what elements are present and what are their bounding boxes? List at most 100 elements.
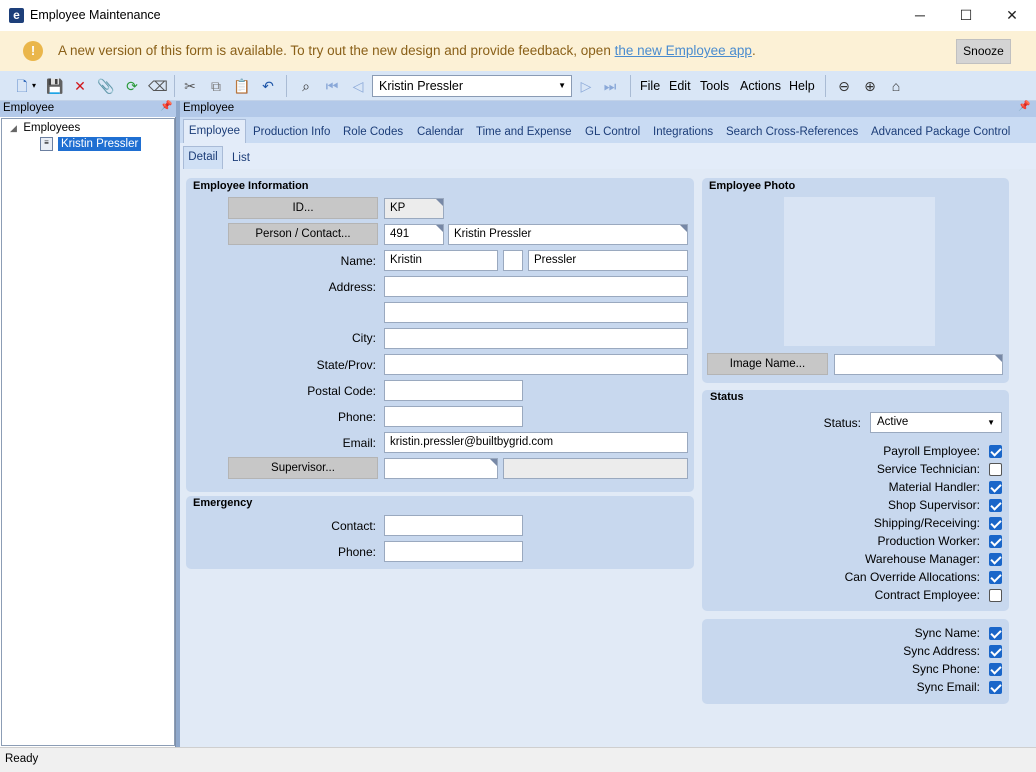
emergency-phone-field[interactable] <box>384 541 523 562</box>
shop-supervisor-checkbox[interactable] <box>989 499 1002 512</box>
menu-actions[interactable]: Actions <box>740 79 781 93</box>
image-name-field[interactable] <box>834 354 1003 375</box>
contract-employee-checkbox[interactable] <box>989 589 1002 602</box>
sync-address-checkbox[interactable] <box>989 645 1002 658</box>
supervisor-button[interactable]: Supervisor... <box>228 457 378 479</box>
tree-expand-icon[interactable]: ◢ <box>10 123 17 133</box>
sync-name-label: Sync Name: <box>914 626 980 640</box>
window-title: Employee Maintenance <box>30 8 161 22</box>
tab-gl-control[interactable]: GL Control <box>585 126 640 138</box>
production-worker-checkbox[interactable] <box>989 535 1002 548</box>
tree-root[interactable]: ◢ Employees <box>10 122 80 134</box>
new-employee-app-link[interactable]: the new Employee app <box>615 43 752 58</box>
shipping-receiving-label: Shipping/Receiving: <box>873 516 980 530</box>
banner-suffix: . <box>751 43 756 58</box>
id-button[interactable]: ID... <box>228 197 378 219</box>
material-handler-checkbox[interactable] <box>989 481 1002 494</box>
new-dropdown-icon[interactable]: ▾ <box>29 76 39 96</box>
emergency-contact-label: Contact: <box>331 519 376 533</box>
contract-employee-label: Contract Employee: <box>874 588 980 602</box>
employee-photo[interactable] <box>784 197 935 346</box>
toolbar-separator <box>825 75 826 97</box>
image-name-button[interactable]: Image Name... <box>707 353 828 375</box>
subtab-detail[interactable]: Detail <box>183 146 223 169</box>
copy-icon[interactable]: ⧉ <box>206 76 226 96</box>
status-bar-text: Ready <box>5 753 39 765</box>
state-field[interactable] <box>384 354 688 375</box>
tab-calendar[interactable]: Calendar <box>417 126 464 138</box>
email-field[interactable]: kristin.pressler@builtbygrid.com <box>384 432 688 453</box>
refresh-icon[interactable]: ⟳ <box>122 76 142 96</box>
employee-select[interactable]: Kristin Pressler ▼ <box>372 75 572 97</box>
tab-advanced-package-control[interactable]: Advanced Package Control <box>871 126 1010 138</box>
tab-integrations[interactable]: Integrations <box>653 126 713 138</box>
address-line2-field[interactable] <box>384 302 688 323</box>
menu-file[interactable]: File <box>640 79 660 93</box>
middle-name-field[interactable] <box>503 250 523 271</box>
snooze-button[interactable]: Snooze <box>956 39 1011 64</box>
menu-edit[interactable]: Edit <box>669 79 691 93</box>
last-name-field[interactable]: Pressler <box>528 250 688 271</box>
pin-icon[interactable]: 📌 <box>1018 101 1030 112</box>
paste-icon[interactable]: 📋 <box>232 76 252 96</box>
warehouse-manager-checkbox[interactable] <box>989 553 1002 566</box>
clear-icon[interactable]: ⌫ <box>148 76 168 96</box>
supervisor-name-field <box>503 458 688 479</box>
back-icon[interactable]: ⊖ <box>834 76 854 96</box>
first-record-icon[interactable]: ⏮ <box>322 76 342 96</box>
last-record-icon[interactable]: ⏭ <box>600 76 620 96</box>
shipping-receiving-checkbox[interactable] <box>989 517 1002 530</box>
address-line1-field[interactable] <box>384 276 688 297</box>
banner-message: A new version of this form is available.… <box>58 43 756 58</box>
minimize-button[interactable]: ─ <box>897 0 943 31</box>
city-field[interactable] <box>384 328 688 349</box>
status-title: Status <box>710 391 744 403</box>
menu-help[interactable]: Help <box>789 79 815 93</box>
postal-code-field[interactable] <box>384 380 523 401</box>
status-select[interactable]: Active ▼ <box>870 412 1002 433</box>
id-field[interactable]: KP <box>384 198 444 219</box>
tab-employee[interactable]: Employee <box>183 119 246 143</box>
home-icon[interactable]: ⌂ <box>886 76 906 96</box>
save-icon[interactable]: 💾 <box>45 76 65 96</box>
tree-item-kristin-pressler[interactable]: Kristin Pressler <box>58 137 142 151</box>
tab-time-and-expense[interactable]: Time and Expense <box>476 126 571 138</box>
forward-icon[interactable]: ⊕ <box>860 76 880 96</box>
employee-tree <box>1 118 175 746</box>
person-name-field[interactable]: Kristin Pressler <box>448 224 688 245</box>
tree-root-label: Employees <box>23 122 81 134</box>
toolbar-separator <box>286 75 287 97</box>
subtab-list[interactable]: List <box>232 152 250 164</box>
sync-email-checkbox[interactable] <box>989 681 1002 694</box>
can-override-allocations-checkbox[interactable] <box>989 571 1002 584</box>
payroll-employee-label: Payroll Employee: <box>883 444 980 458</box>
maximize-button[interactable]: ☐ <box>943 0 989 31</box>
person-contact-button[interactable]: Person / Contact... <box>228 223 378 245</box>
sync-phone-checkbox[interactable] <box>989 663 1002 676</box>
person-id-field[interactable]: 491 <box>384 224 444 245</box>
employee-photo-title: Employee Photo <box>709 180 796 192</box>
cut-icon[interactable]: ✂ <box>180 76 200 96</box>
attach-icon[interactable]: 📎 <box>96 76 116 96</box>
phone-field[interactable] <box>384 406 523 427</box>
close-button[interactable]: ✕ <box>989 0 1035 31</box>
emergency-contact-field[interactable] <box>384 515 523 536</box>
pin-icon[interactable]: 📌 <box>160 101 172 112</box>
first-name-field[interactable]: Kristin <box>384 250 498 271</box>
undo-icon[interactable]: ↶ <box>258 76 278 96</box>
next-record-icon[interactable]: ▷ <box>576 76 596 96</box>
chevron-down-icon: ▼ <box>558 81 566 90</box>
chevron-down-icon: ▼ <box>987 418 995 427</box>
tab-search-cross-references[interactable]: Search Cross-References <box>726 126 858 138</box>
postal-code-label: Postal Code: <box>307 384 376 398</box>
supervisor-id-field[interactable] <box>384 458 498 479</box>
tab-role-codes[interactable]: Role Codes <box>343 126 403 138</box>
service-technician-checkbox[interactable] <box>989 463 1002 476</box>
sync-name-checkbox[interactable] <box>989 627 1002 640</box>
tab-production-info[interactable]: Production Info <box>253 126 330 138</box>
payroll-employee-checkbox[interactable] <box>989 445 1002 458</box>
menu-tools[interactable]: Tools <box>700 79 729 93</box>
search-icon[interactable]: ⌕ <box>296 76 316 96</box>
delete-icon[interactable]: ✕ <box>70 76 90 96</box>
previous-record-icon[interactable]: ◁ <box>348 76 368 96</box>
